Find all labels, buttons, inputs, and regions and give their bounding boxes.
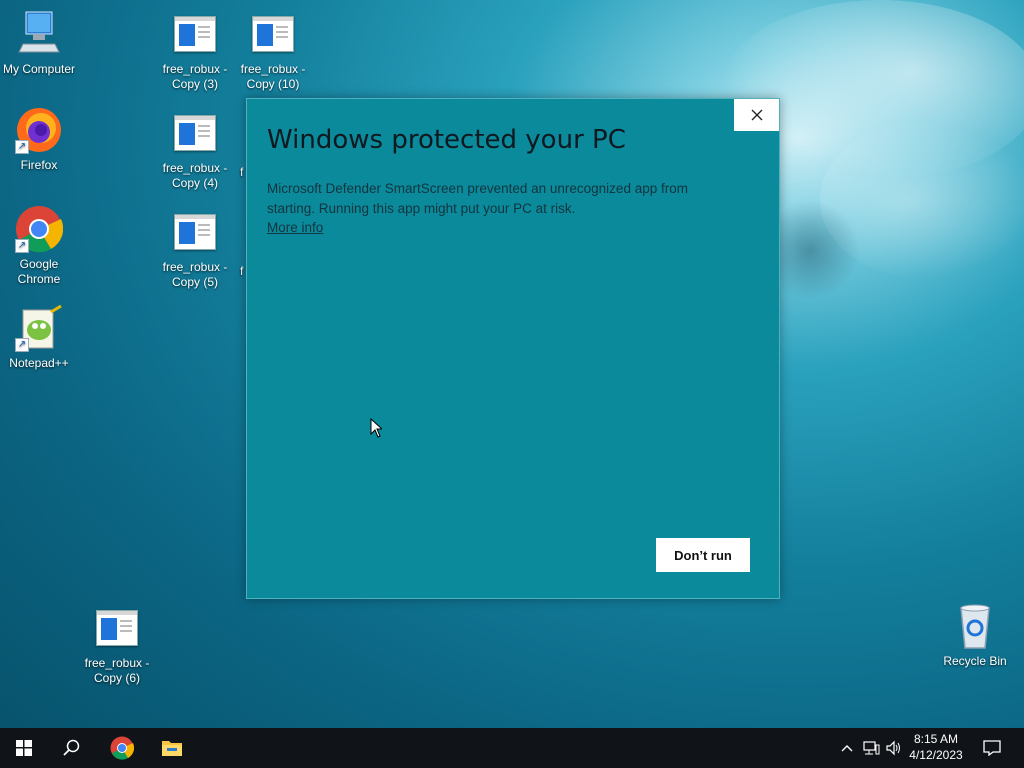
firefox-icon: ↗: [15, 106, 63, 154]
hidden-file-label: f: [240, 264, 244, 278]
mouse-cursor-icon: [370, 418, 382, 438]
document-icon: [93, 604, 141, 652]
hidden-file-label: f: [240, 165, 244, 179]
document-icon: [171, 109, 219, 157]
icon-label: free_robux - Copy (5): [162, 260, 228, 289]
dialog-title: Windows protected your PC: [267, 125, 626, 155]
shortcut-arrow-icon: ↗: [15, 239, 29, 253]
network-button[interactable]: [860, 728, 882, 768]
clock-time: 8:15 AM: [913, 732, 959, 746]
document-icon: [171, 10, 219, 58]
action-center-button[interactable]: [980, 728, 1004, 768]
search-button[interactable]: [48, 728, 96, 768]
shortcut-arrow-icon: ↗: [15, 140, 29, 154]
desktop-file-copy-6[interactable]: free_robux - Copy (6): [77, 604, 157, 686]
notepadpp-icon: ↗: [15, 304, 63, 352]
dialog-message: Microsoft Defender SmartScreen prevented…: [267, 181, 688, 216]
recycle-bin-icon: [951, 602, 999, 650]
dont-run-button[interactable]: Don’t run: [656, 538, 750, 572]
chrome-icon: [110, 736, 134, 760]
desktop-icon-notepadpp[interactable]: ↗ Notepad++: [0, 304, 79, 371]
desktop-icon-google-chrome[interactable]: ↗ Google Chrome: [0, 205, 79, 287]
search-icon: [63, 739, 80, 756]
close-icon: [751, 109, 762, 121]
desktop-file-copy-5[interactable]: free_robux - Copy (5): [155, 208, 235, 290]
volume-icon: [886, 740, 900, 756]
icon-label: free_robux - Copy (10): [240, 62, 306, 91]
icon-label: free_robux - Copy (4): [162, 161, 228, 190]
desktop-icon-recycle-bin[interactable]: Recycle Bin: [935, 602, 1015, 669]
desktop-file-copy-3[interactable]: free_robux - Copy (3): [155, 10, 235, 92]
taskbar-file-explorer-button[interactable]: [148, 728, 196, 768]
taskbar: 8:15 AM 4/12/2023: [0, 728, 1024, 768]
taskbar-clock[interactable]: 8:15 AM 4/12/2023: [906, 731, 966, 763]
desktop-file-copy-4[interactable]: free_robux - Copy (4): [155, 109, 235, 191]
more-info-link[interactable]: More info: [267, 220, 323, 235]
icon-label: My Computer: [2, 62, 76, 76]
smartscreen-dialog: Windows protected your PC Microsoft Defe…: [246, 98, 780, 599]
file-explorer-icon: [162, 741, 182, 756]
volume-button[interactable]: [884, 728, 904, 768]
computer-icon: [15, 10, 63, 58]
document-icon: [249, 10, 297, 58]
start-button[interactable]: [0, 728, 48, 768]
icon-label: Google Chrome: [17, 257, 61, 286]
windows-start-icon: [16, 740, 32, 756]
icon-label: free_robux - Copy (6): [84, 656, 150, 685]
shortcut-arrow-icon: ↗: [15, 338, 29, 352]
chrome-icon: ↗: [15, 205, 64, 253]
chevron-up-icon: [841, 745, 853, 752]
desktop-icon-firefox[interactable]: ↗ Firefox: [0, 106, 79, 173]
icon-label: Notepad++: [9, 356, 69, 370]
notification-icon: [983, 740, 1001, 756]
desktop-icon-my-computer[interactable]: My Computer: [0, 10, 79, 77]
clock-date: 4/12/2023: [909, 748, 963, 762]
taskbar-chrome-button[interactable]: [98, 728, 146, 768]
icon-label: Recycle Bin: [943, 654, 1007, 668]
desktop-file-copy-10[interactable]: free_robux - Copy (10): [233, 10, 313, 92]
close-button[interactable]: [734, 99, 779, 131]
icon-label: Firefox: [20, 158, 58, 172]
document-icon: [171, 208, 219, 256]
icon-label: free_robux - Copy (3): [162, 62, 228, 91]
network-icon: [863, 741, 880, 755]
show-hidden-icons-button[interactable]: [838, 728, 856, 768]
